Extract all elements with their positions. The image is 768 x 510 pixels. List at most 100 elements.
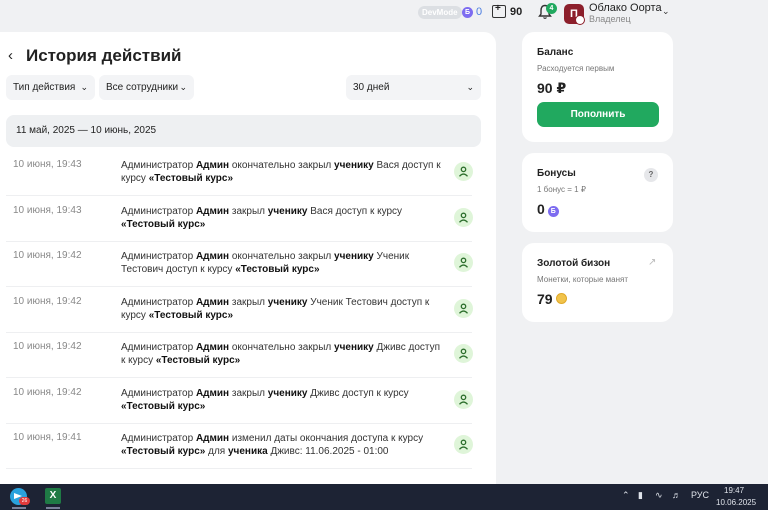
telegram-badge: 26	[19, 497, 30, 505]
bison-subtitle: Монетки, которые манят	[537, 275, 629, 284]
bonus-card: Бонусы ? 1 бонус = 1 ₽ 0Б	[522, 153, 673, 232]
excel-icon[interactable]: X	[45, 488, 61, 504]
language-indicator[interactable]: РУС	[691, 490, 709, 500]
chevron-down-icon: ⌄	[80, 82, 88, 92]
row-time: 10 июня, 19:43	[13, 204, 82, 216]
top-bar: DevMode Б 0 90 4 П Облако Оорта Владелец…	[0, 0, 768, 28]
user-icon[interactable]	[454, 298, 473, 318]
row-description: Администратор Админ окончательно закрыл …	[121, 159, 441, 185]
row-text-part: окончательно закрыл	[229, 160, 335, 171]
bonus-value-wrap: 0Б	[537, 201, 559, 217]
back-arrow-icon[interactable]: ‹	[8, 47, 13, 64]
row-time: 10 июня, 19:42	[13, 295, 82, 307]
bison-value-wrap: 79	[537, 291, 567, 307]
user-icon[interactable]	[454, 207, 473, 227]
row-text-part: Администратор	[121, 342, 196, 353]
row-description: Администратор Админ окончательно закрыл …	[121, 341, 441, 367]
history-row: 10 июня, 19:42 Администратор Админ оконча…	[6, 333, 473, 378]
row-text-part: «Тестовый курс»	[235, 264, 320, 275]
user-icon[interactable]	[454, 389, 473, 409]
row-text-part: «Тестовый курс»	[121, 218, 206, 230]
balance-card: Баланс Расходуется первым 90 ₽ Пополнить	[522, 32, 673, 142]
row-description: Администратор Админ закрыл ученику Дживс…	[121, 387, 441, 413]
row-text-part: окончательно закрыл	[229, 251, 335, 262]
history-row: 10 июня, 19:42 Администратор Админ закрыл…	[6, 379, 473, 424]
user-icon[interactable]	[454, 344, 473, 363]
user-icon[interactable]	[454, 253, 473, 272]
volume-icon[interactable]: ♬	[672, 490, 681, 500]
row-text-part: для	[205, 446, 228, 457]
help-icon[interactable]: ?	[644, 168, 658, 182]
row-text-part: Админ	[195, 296, 230, 308]
devmode-badge[interactable]: DevMode	[418, 6, 462, 19]
chevron-down-icon: ⌄	[179, 82, 187, 92]
row-text-part: Администратор	[121, 160, 196, 171]
row-text-part: закрыл	[229, 205, 268, 217]
notification-badge: 4	[546, 3, 557, 14]
bonus-title: Бонусы	[537, 168, 576, 179]
row-time: 10 июня, 19:42	[13, 341, 82, 352]
bonus-value: 0	[537, 201, 545, 217]
row-text-part: Администратор	[121, 251, 196, 262]
row-text-part: Админ	[195, 205, 230, 217]
topup-button[interactable]: Пополнить	[537, 102, 659, 127]
history-row: 10 июня, 19:43 Администратор Админ закрыл…	[6, 197, 473, 242]
org-role: Владелец	[589, 14, 631, 24]
bonus-subtitle: 1 бонус = 1 ₽	[537, 185, 586, 194]
bison-title: Золотой бизон	[537, 258, 611, 269]
row-text-part: ученику	[267, 205, 308, 217]
action-type-filter-label: Тип действия	[13, 82, 76, 93]
user-icon	[575, 15, 585, 25]
period-filter-label: 30 дней	[353, 82, 390, 93]
balance-subtitle: Расходуется первым	[537, 64, 615, 73]
taskbar: 26 X ⌃ ▮ ∿ ♬ РУС 19:47 10.06.2025	[0, 484, 768, 510]
employees-filter[interactable]: Все сотрудники ⌄	[99, 75, 194, 100]
bonus-count[interactable]: 0	[476, 6, 482, 18]
row-text-part: «Тестовый курс»	[155, 355, 241, 366]
row-text-part: закрыл	[229, 387, 268, 399]
period-filter[interactable]: 30 дней ⌄	[346, 75, 481, 100]
row-text-part: ученику	[267, 296, 308, 308]
row-text-part: «Тестовый курс»	[121, 446, 206, 457]
clock-time[interactable]: 19:47	[724, 486, 744, 495]
bison-card: Золотой бизон ↗ Монетки, которые манят 7…	[522, 243, 673, 322]
chevron-down-icon[interactable]: ⌄	[662, 6, 670, 17]
user-icon[interactable]	[454, 435, 473, 454]
bison-value: 79	[537, 291, 553, 307]
action-type-filter[interactable]: Тип действия ⌄	[6, 75, 95, 100]
row-text-part: Админ	[195, 160, 230, 171]
wallet-icon[interactable]	[492, 3, 506, 18]
row-text-part: Админ	[195, 433, 230, 444]
row-text-part: окончательно закрыл	[229, 342, 335, 353]
row-time: 10 июня, 19:41	[13, 432, 82, 443]
row-text-part: Админ	[195, 342, 230, 353]
external-arrow-icon[interactable]: ↗	[648, 257, 656, 268]
row-text-part: закрыл	[229, 296, 268, 308]
row-time: 10 июня, 19:42	[13, 386, 82, 398]
balance-value: 90 ₽	[537, 80, 567, 96]
history-row: 10 июня, 19:43 Администратор Админ оконча…	[6, 151, 473, 196]
page-title: История действий	[26, 46, 182, 65]
row-description: Администратор Админ окончательно закрыл …	[121, 250, 441, 276]
wifi-icon[interactable]: ∿	[655, 490, 663, 501]
row-text-part: Администратор	[121, 433, 196, 444]
row-text-part: Дживс доступ к курсу	[307, 387, 409, 399]
row-description: Администратор Админ закрыл ученику Вася …	[121, 205, 441, 231]
row-text-part: ученику	[334, 342, 374, 353]
row-text-part: Администратор	[121, 205, 196, 217]
row-description: Администратор Админ изменил даты окончан…	[121, 432, 441, 458]
clock-date[interactable]: 10.06.2025	[716, 498, 756, 507]
bonus-coin-icon: Б	[462, 7, 473, 18]
chevron-up-icon[interactable]: ⌃	[622, 490, 630, 501]
chevron-down-icon: ⌄	[466, 82, 474, 92]
row-text-part: «Тестовый курс»	[148, 173, 234, 184]
row-text-part: Администратор	[121, 387, 196, 399]
employees-filter-label: Все сотрудники	[106, 82, 179, 93]
org-name[interactable]: Облако Оорта	[589, 2, 662, 14]
balance-count[interactable]: 90	[510, 6, 522, 18]
user-icon[interactable]	[454, 162, 473, 181]
history-row: 10 июня, 19:42 Администратор Админ оконча…	[6, 242, 473, 287]
battery-icon[interactable]: ▮	[638, 490, 643, 501]
taskbar-indicator	[12, 507, 26, 509]
row-text-part: Администратор	[121, 296, 196, 308]
